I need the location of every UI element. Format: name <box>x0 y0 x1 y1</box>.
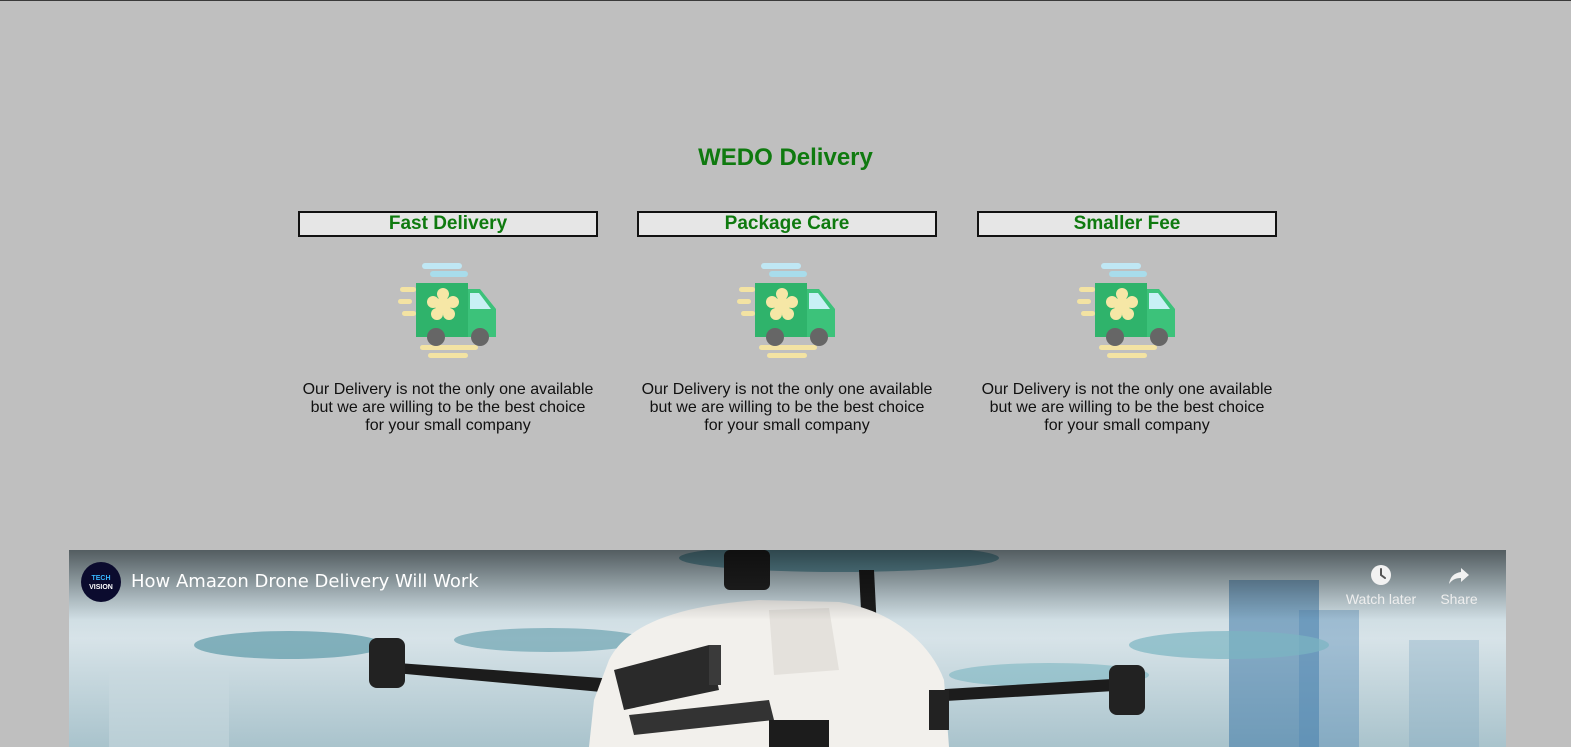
delivery-van-icon <box>398 263 496 358</box>
video-title-link[interactable]: How Amazon Drone Delivery Will Work <box>131 571 479 592</box>
feature-description: Our Delivery is not the only one availab… <box>302 381 594 434</box>
share-label: Share <box>1440 591 1478 607</box>
delivery-van-icon <box>1077 263 1175 358</box>
channel-avatar[interactable]: TECH VISION <box>81 562 121 602</box>
watch-later-button[interactable]: Watch later <box>1341 563 1421 607</box>
feature-card-package-care: Package Care Our Delivery is not the onl… <box>637 211 937 435</box>
feature-card-smaller-fee: Smaller Fee Our Delivery is not the only… <box>977 211 1277 435</box>
video-player[interactable]: TECH VISION How Amazon Drone Delivery Wi… <box>69 550 1506 747</box>
channel-avatar-line1: TECH <box>91 575 111 582</box>
feature-heading: Fast Delivery <box>298 211 598 237</box>
clock-icon <box>1371 565 1391 585</box>
feature-heading: Package Care <box>637 211 937 237</box>
page-title: WEDO Delivery <box>698 144 873 171</box>
share-button[interactable]: Share <box>1434 563 1484 607</box>
feature-heading: Smaller Fee <box>977 211 1277 237</box>
feature-description: Our Delivery is not the only one availab… <box>641 381 933 434</box>
feature-description: Our Delivery is not the only one availab… <box>981 381 1273 434</box>
channel-avatar-line2: VISION <box>89 584 113 591</box>
watch-later-label: Watch later <box>1345 591 1417 607</box>
feature-card-fast-delivery: Fast Delivery Our Delivery is not the on… <box>298 211 598 435</box>
delivery-van-icon <box>737 263 835 358</box>
top-divider <box>0 0 1571 1</box>
share-arrow-icon <box>1449 568 1469 584</box>
